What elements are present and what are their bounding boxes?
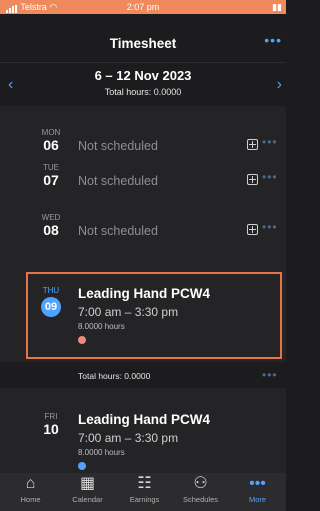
- earnings-icon: ☷: [137, 475, 152, 492]
- row-more-icon[interactable]: •••: [262, 135, 278, 149]
- day-label: FRI 10: [43, 412, 59, 437]
- shift-title: Leading Hand PCW4: [78, 286, 211, 301]
- not-scheduled-label: Not scheduled: [78, 174, 158, 188]
- ellipsis-icon[interactable]: •••: [264, 32, 282, 48]
- day-row-wed[interactable]: WED 08 Not scheduled •••: [0, 213, 286, 247]
- timesheet-list[interactable]: MON 06 Not scheduled ••• TUE 07 Not sche…: [0, 106, 286, 473]
- page-title: Timesheet: [109, 36, 177, 51]
- shift-time: 7:00 am – 3:30 pm: [78, 305, 179, 319]
- header: Timesheet ••• ‹ 6 – 12 Nov 2023 Total ho…: [0, 14, 286, 106]
- day-label: MON 06: [41, 128, 61, 153]
- day-label: WED 08: [41, 213, 61, 238]
- shift-row-thu[interactable]: THU 09 Leading Hand PCW4 7:00 am – 3:30 …: [0, 276, 286, 356]
- tab-schedules[interactable]: ⚇ Schedules: [172, 473, 229, 511]
- battery-icon: ▮▮: [272, 2, 282, 12]
- day-label: TUE 07: [43, 163, 59, 188]
- header-divider: [0, 62, 286, 63]
- tab-more[interactable]: ••• More: [229, 473, 286, 511]
- timesheet-icon[interactable]: [247, 139, 258, 150]
- not-scheduled-label: Not scheduled: [78, 139, 158, 153]
- tab-bar: ⌂ Home ▦ Calendar ☷ Earnings ⚇ Schedules…: [0, 473, 286, 511]
- day-total-hours: Total hours: 0.0000: [78, 371, 151, 381]
- row-more-icon[interactable]: •••: [262, 170, 278, 184]
- shift-hours: 8.0000 hours: [78, 322, 125, 331]
- status-dot: [78, 462, 86, 470]
- day-row-mon[interactable]: MON 06 Not scheduled •••: [0, 128, 286, 162]
- shift-hours: 8.0000 hours: [78, 448, 125, 457]
- tab-home[interactable]: ⌂ Home: [2, 473, 59, 511]
- row-more-icon[interactable]: •••: [262, 220, 278, 234]
- status-time: 2:07 pm: [126, 2, 160, 12]
- status-dot: [78, 336, 86, 344]
- home-icon: ⌂: [25, 475, 36, 492]
- tab-calendar[interactable]: ▦ Calendar: [59, 473, 116, 511]
- not-scheduled-label: Not scheduled: [78, 224, 158, 238]
- chevron-right-icon[interactable]: ›: [277, 76, 282, 94]
- day-label: THU 09: [36, 286, 66, 317]
- day-total-band: Total hours: 0.0000 •••: [0, 362, 286, 388]
- today-circle: 09: [41, 297, 61, 317]
- week-range: 6 – 12 Nov 2023: [94, 68, 192, 83]
- calendar-icon: ▦: [79, 475, 96, 492]
- shift-time: 7:00 am – 3:30 pm: [78, 431, 179, 445]
- shift-title: Leading Hand PCW4: [78, 412, 211, 427]
- day-row-tue[interactable]: TUE 07 Not scheduled •••: [0, 163, 286, 197]
- total-more-icon[interactable]: •••: [262, 368, 278, 382]
- shift-row-fri[interactable]: FRI 10 Leading Hand PCW4 7:00 am – 3:30 …: [0, 402, 286, 472]
- schedules-icon: ⚇: [193, 475, 208, 492]
- timesheet-icon[interactable]: [247, 174, 258, 185]
- timesheet-icon[interactable]: [247, 224, 258, 235]
- week-total-hours: Total hours: 0.0000: [104, 87, 182, 97]
- more-icon: •••: [249, 475, 266, 492]
- status-bar: Telstra ◠ 2:07 pm ▮▮: [0, 0, 286, 14]
- tab-earnings[interactable]: ☷ Earnings: [116, 473, 173, 511]
